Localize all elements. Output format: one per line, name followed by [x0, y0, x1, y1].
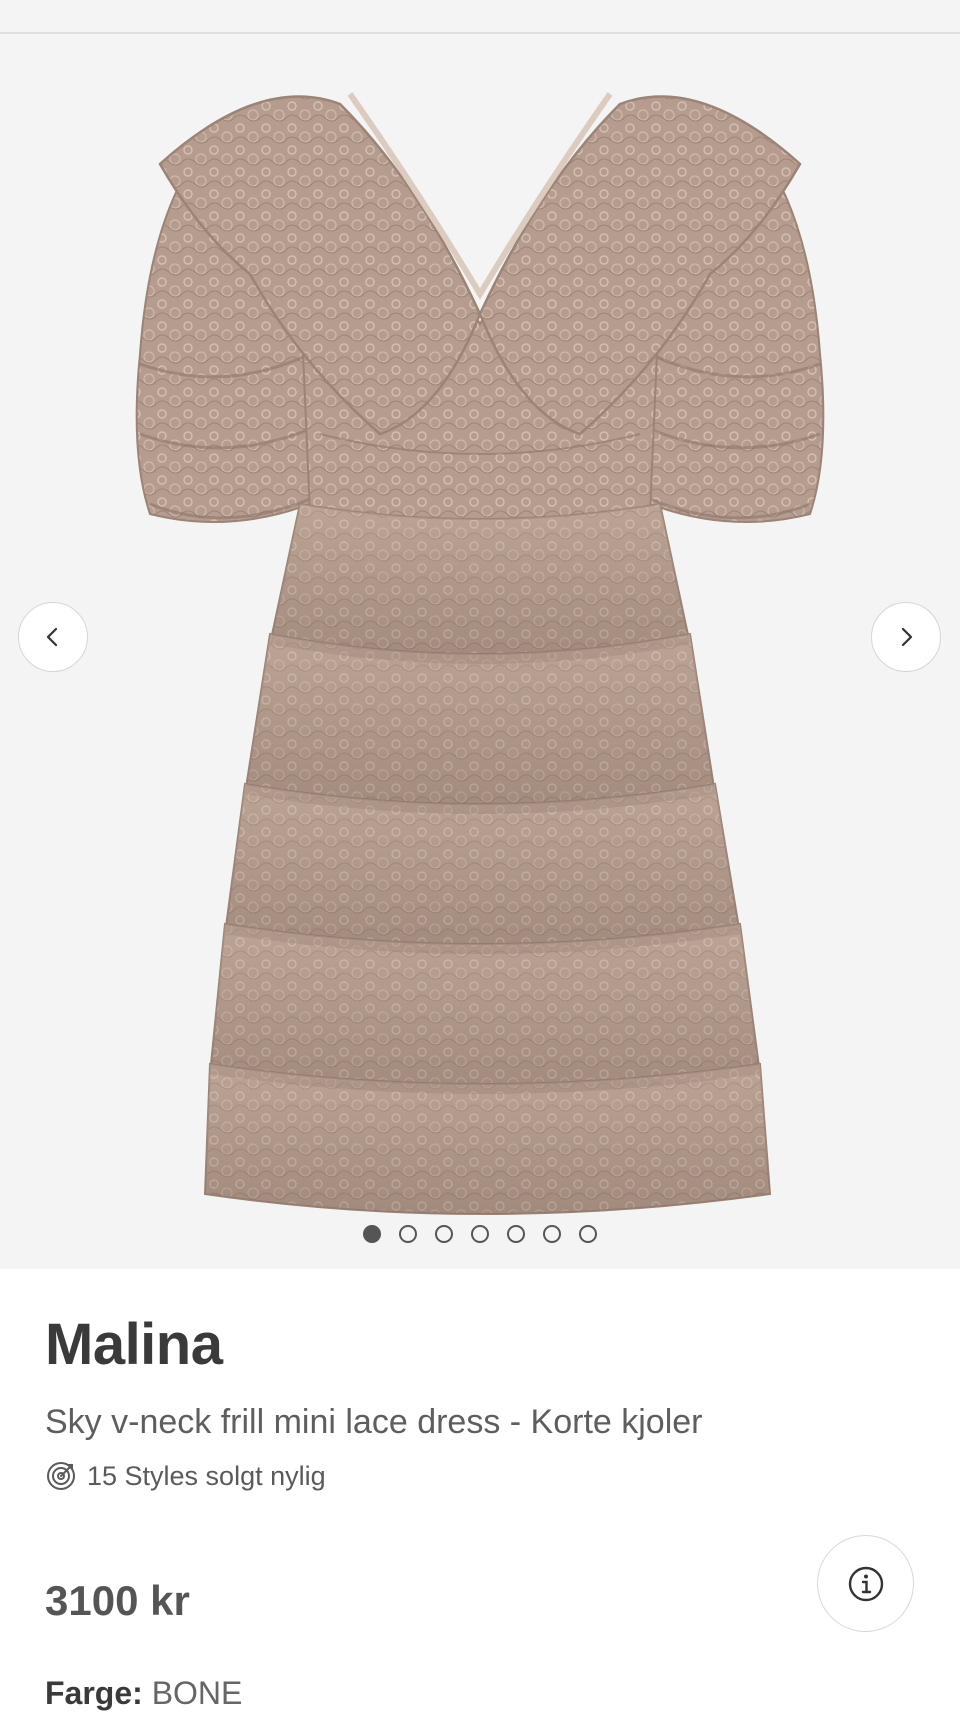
color-value: BONE: [151, 1675, 243, 1711]
sold-recently-text: 15 Styles solgt nylig: [87, 1461, 326, 1491]
slide-dot[interactable]: [399, 1225, 417, 1243]
previous-image-button[interactable]: [18, 602, 88, 672]
slide-dot[interactable]: [435, 1225, 453, 1243]
product-price: 3100 kr: [45, 1577, 190, 1624]
slide-dot[interactable]: [507, 1225, 525, 1243]
product-image-gallery[interactable]: [0, 34, 960, 1269]
chevron-right-icon: [901, 627, 913, 647]
slide-dot[interactable]: [579, 1225, 597, 1243]
brand-name[interactable]: Malina: [45, 1310, 223, 1380]
product-title: Sky v-neck frill mini lace dress - Korte…: [45, 1403, 703, 1441]
next-image-button[interactable]: [871, 602, 941, 672]
slide-dot[interactable]: [363, 1225, 381, 1243]
chevron-left-icon: [46, 627, 58, 647]
color-row: Farge: BONE: [45, 1672, 242, 1714]
slide-dot[interactable]: [543, 1225, 561, 1243]
info-icon: [848, 1566, 883, 1601]
top-bar: [0, 0, 960, 34]
product-image: [135, 92, 825, 1215]
target-icon: [47, 1462, 75, 1490]
info-button[interactable]: [817, 1535, 914, 1632]
slide-dot[interactable]: [471, 1225, 489, 1243]
slide-indicator: [0, 1225, 960, 1243]
sold-recently-row: 15 Styles solgt nylig: [45, 1458, 326, 1494]
color-label: Farge:: [45, 1675, 143, 1711]
